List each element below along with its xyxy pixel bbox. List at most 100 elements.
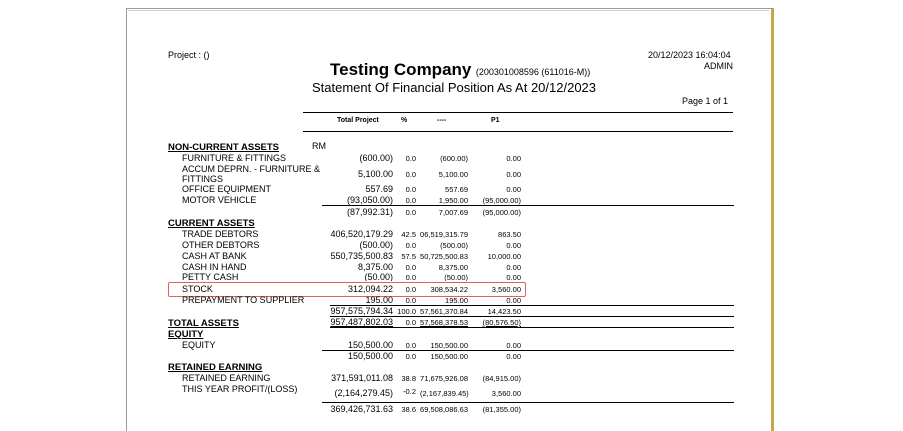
company-title: Testing Company (200301008596 (611016-M)… [330, 60, 590, 80]
row-percent: 0.0 [405, 185, 416, 194]
row-label-cont: FITTINGS [182, 174, 223, 184]
double-rule [330, 327, 734, 328]
row-percent: 0.0 [405, 273, 416, 281]
row-total: 406,520,179.29 [330, 229, 393, 239]
row-total: 312,094.22 [347, 284, 393, 294]
row-percent: 0.0 [405, 241, 416, 250]
row-p1: 3,560.00 [491, 285, 521, 294]
row-dash: 195.00 [445, 296, 468, 305]
company-reg: (200301008596 (611016-M)) [475, 67, 591, 77]
col-percent: % [401, 117, 408, 124]
row-percent: 0.0 [405, 170, 416, 179]
section-retained-earning: RETAINED EARNING [168, 362, 263, 373]
row-total: 150,500.00 [347, 340, 393, 350]
row-dash: 50,725,500.83 [420, 252, 468, 261]
row-dash: 308,534.22 [430, 285, 468, 294]
subtotal-rule [322, 205, 734, 206]
report-user: ADMIN [704, 61, 733, 71]
row-dash: (600.00) [440, 154, 468, 163]
row-dash: (50.00) [444, 273, 468, 281]
row-percent: 57.5 [401, 252, 416, 261]
row-total: 195.00 [365, 295, 393, 305]
row-label: RETAINED EARNING [182, 373, 271, 383]
row-percent: 38.8 [401, 374, 416, 383]
row-total: (2,164,279.45) [334, 388, 393, 398]
row-total: (87,992.31) [346, 207, 393, 217]
row-total: 957,487,802.03 [330, 317, 393, 327]
row-percent: 100.0 [397, 307, 416, 316]
row-dash: 557.69 [445, 185, 468, 194]
row-percent: 0.0 [405, 296, 416, 305]
row-dash: (2,167,839.45) [420, 389, 469, 398]
row-dash: 1,950.00 [438, 196, 468, 205]
row-total: 550,735,500.83 [330, 251, 393, 261]
row-p1: 0.00 [506, 352, 521, 361]
row-label: MOTOR VEHICLE [182, 195, 257, 205]
row-label: FURNITURE & FITTINGS [182, 153, 286, 163]
section-non-current-assets: NON-CURRENT ASSETS [168, 142, 280, 153]
col-p1: P1 [491, 117, 500, 124]
row-percent: 0.0 [405, 318, 416, 327]
row-p1: 10,000.00 [487, 252, 521, 261]
row-total: (500.00) [359, 240, 393, 250]
row-percent: -0.2 [403, 387, 416, 396]
row-percent: 0.0 [405, 208, 416, 217]
row-dash: 69,508,086.63 [420, 405, 468, 414]
subtotal-rule [322, 402, 734, 403]
section-current-assets: CURRENT ASSETS [168, 218, 255, 229]
row-p1: 0.00 [506, 263, 521, 272]
row-p1: (95,000.00) [482, 208, 521, 217]
row-total: (600.00) [359, 153, 393, 163]
row-p1: 3,560.00 [491, 389, 521, 398]
row-dash: 150,500.00 [430, 352, 468, 361]
row-p1: 0.00 [506, 296, 521, 305]
col-total-project: Total Project [337, 117, 379, 124]
row-dash: 7,007.69 [438, 208, 468, 217]
page-edge [128, 10, 769, 11]
header-top-rule [303, 112, 733, 113]
row-total: 150,500.00 [347, 351, 393, 361]
row-label-stock: STOCK [182, 284, 213, 294]
row-dash: 5,100.00 [438, 170, 468, 179]
row-percent: 0.0 [405, 263, 416, 272]
row-dash: 57,561,370.84 [420, 307, 468, 316]
row-dash: 150,500.00 [430, 341, 468, 350]
row-percent: 38.6 [401, 405, 416, 414]
row-p1: 0.00 [506, 341, 521, 350]
row-label: TRADE DEBTORS [182, 229, 259, 239]
row-total: 369,426,731.63 [330, 404, 393, 414]
row-p1: 0.00 [506, 185, 521, 194]
row-percent: 0.0 [405, 154, 416, 163]
row-percent: 0.0 [405, 196, 416, 205]
row-label: EQUITY [182, 340, 216, 350]
row-total: (93,050.00) [346, 195, 393, 205]
row-label: CASH IN HAND [182, 262, 247, 272]
row-p1: 0.00 [506, 241, 521, 250]
row-total: 8,375.00 [357, 262, 393, 272]
page-number: Page 1 of 1 [682, 96, 729, 106]
row-dash: 71,675,926.08 [420, 374, 468, 383]
row-label: OTHER DEBTORS [182, 240, 260, 250]
row-dash: 8,375.00 [438, 263, 468, 272]
row-total: (50.00) [364, 272, 393, 281]
row-p1: 863.50 [498, 230, 521, 239]
col-dash: ---- [437, 117, 447, 124]
row-label: THIS YEAR PROFIT/(LOSS) [182, 384, 298, 394]
row-percent: 0.0 [405, 341, 416, 350]
row-label: OFFICE EQUIPMENT [182, 184, 272, 194]
row-total: 557.69 [365, 184, 393, 194]
row-percent: 0.0 [405, 352, 416, 361]
row-p1: (95,000.00) [482, 196, 521, 205]
statement-title: Statement Of Financial Position As At 20… [312, 80, 597, 95]
row-dash: 06,519,315.79 [420, 230, 468, 239]
company-name: Testing Company [330, 60, 472, 79]
row-p1: 14,423.50 [487, 307, 521, 316]
row-percent: 42.5 [401, 230, 416, 239]
row-p1: (80,576.50) [482, 318, 521, 327]
project-label: Project : () [168, 50, 210, 60]
section-total-assets: TOTAL ASSETS [168, 318, 239, 329]
row-label: ACCUM DEPRN. - FURNITURE & [182, 164, 321, 174]
row-p1: 0.00 [506, 170, 521, 179]
currency-label: RM [312, 141, 326, 151]
row-label: CASH AT BANK [182, 251, 247, 261]
